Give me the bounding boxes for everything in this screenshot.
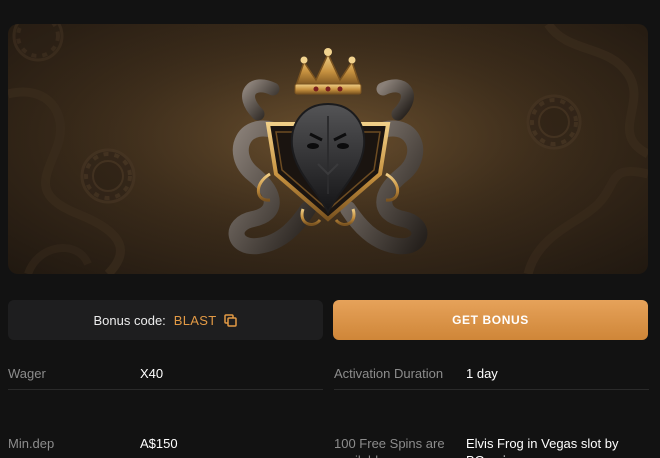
get-bonus-button[interactable]: GET BONUS: [333, 300, 648, 340]
activation-duration-value: 1 day: [466, 366, 498, 381]
wager-label: Wager: [8, 366, 46, 381]
detail-row-wager: Wager X40: [8, 357, 323, 390]
min-dep-label: Min.dep: [8, 436, 55, 451]
activation-duration-label: Activation Duration: [334, 366, 444, 381]
detail-row-activation: Activation Duration 1 day: [334, 357, 649, 390]
promo-row: Bonus code: BLAST GET BONUS: [8, 300, 648, 340]
free-spins-label: 100 Free Spins are available on: [334, 436, 445, 458]
promo-banner: [8, 24, 648, 274]
copy-icon[interactable]: [224, 313, 238, 327]
bonus-code-label: Bonus code:: [93, 312, 166, 328]
free-spins-value: Elvis Frog in Vegas slot by BGaming: [466, 436, 619, 458]
bonus-code-value[interactable]: BLAST: [174, 313, 217, 328]
details-column-right: Activation Duration 1 day 100 Free Spins…: [334, 357, 649, 458]
min-dep-value: A$150: [140, 436, 178, 451]
bonus-code-box[interactable]: Bonus code: BLAST: [8, 300, 323, 340]
details-column-left: Wager X40 Min.dep A$150: [8, 357, 323, 451]
wager-value: X40: [140, 366, 164, 381]
cobra-crest-illustration: [8, 24, 648, 274]
